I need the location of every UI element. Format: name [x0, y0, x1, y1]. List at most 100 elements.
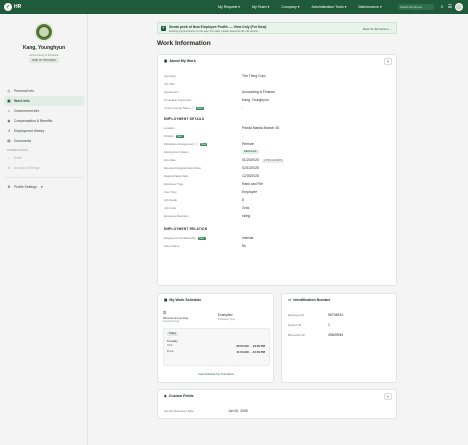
top-nav-bar: ✓ HR My Request ▾ My Team ▾ Company ▾ Ad…	[0, 0, 468, 14]
profile-sidebar: Kang, Younghyun Accounting & Finance EMP…	[0, 14, 88, 445]
field-value: Kang, Younghyun	[242, 97, 269, 102]
field-value: 8	[242, 197, 244, 202]
field-label: Employment Status	[164, 150, 189, 154]
field-label: Immediate Supervisor	[164, 98, 192, 102]
calendar-icon: ▦	[164, 298, 168, 302]
field-value: REGULAR	[242, 149, 259, 154]
profile-department: Accounting & Finance	[29, 53, 59, 57]
field-value: 45609984	[328, 332, 344, 337]
field-label: Company	[164, 74, 176, 78]
pencil-icon: ✎	[386, 395, 390, 399]
new-badge: New	[199, 142, 208, 146]
field-label: Workplace Arrangement	[164, 142, 194, 146]
shift-time: 06:00 AM → 04:00 PM	[236, 344, 265, 348]
sidebar-item-compensation[interactable]: ◉ Compensation & Benefits	[4, 116, 84, 126]
banner-title: Sneak peek of New Employee Profile — Vie…	[169, 25, 267, 29]
sidebar-item-documents[interactable]: ▤ Documents	[4, 136, 84, 146]
field-label: Regularization Date	[164, 174, 189, 178]
coins-icon: ◉	[7, 119, 11, 123]
hire-date: 01/20/2025	[242, 157, 259, 162]
sidebar-item-work-info[interactable]: ▣ Work Info	[4, 96, 84, 106]
nav-my-request[interactable]: My Request ▾	[218, 5, 240, 9]
sidebar-nav: ◎ Personal Info ▣ Work Info ⌂ Government In…	[4, 86, 84, 192]
card-header: ▦ My Work Schedule	[164, 298, 201, 302]
about-my-work-card: ▣ About My Work ✎ Company The Thing Corp …	[157, 54, 397, 286]
field-value: 02/10/2025	[242, 165, 259, 170]
nav-company[interactable]: Company ▾	[281, 5, 299, 9]
card-title: About My Work	[169, 59, 196, 63]
schedule-type-value: Exempted	[218, 313, 233, 317]
profile-name: Kang, Younghyun	[22, 45, 66, 51]
user-avatar[interactable]	[455, 3, 463, 11]
field-label: Job Code	[164, 206, 176, 210]
pencil-icon: ✎	[386, 60, 390, 64]
card-title: Identification Number	[293, 298, 331, 302]
sidebar-item-label: Work Info	[14, 99, 30, 103]
new-badge: New	[196, 106, 204, 110]
section-heading: EMPLOYMENT DETAILS	[164, 117, 205, 121]
field-value: Rank and File	[242, 181, 263, 186]
briefcase-icon: ▣	[164, 59, 168, 63]
today-schedule-panel: Today Tuesday Shift 06:00 AM → 04:00 PM …	[163, 328, 270, 366]
sparkle-icon: ✦	[161, 26, 166, 31]
field-label: Employee Remarks	[164, 214, 189, 218]
sidebar-item-government-info[interactable]: ⌂ Government Info	[4, 106, 84, 116]
view-week-schedule-link[interactable]: View Schedule For This Week ›	[158, 373, 275, 376]
field-value: -	[242, 133, 244, 138]
gear-icon: ⚙	[7, 166, 11, 170]
nav-my-team[interactable]: My Team ▾	[252, 5, 269, 9]
settings-icon: ⚙	[7, 185, 11, 189]
field-label: Expected Regularization Date	[164, 166, 202, 170]
info-icon: ⓘ	[191, 106, 195, 110]
field-label: Hire Date	[164, 158, 176, 162]
bank-icon: ⌂	[7, 109, 11, 113]
id-card-icon: ▭	[288, 298, 292, 302]
back-to-old-version-link[interactable]: Back To Old Version →	[363, 27, 392, 31]
field-value: Remote	[242, 141, 254, 146]
day-label: Tuesday	[167, 339, 178, 343]
nav-label: Maintenance	[358, 5, 380, 9]
break-label: Break	[167, 350, 174, 353]
field-value: 01/20/2025 2 YRS 4 & DAYS	[242, 157, 285, 163]
sidebar-item-profile-settings[interactable]: ⚙ Profile Settings ▾	[4, 182, 84, 192]
field-value: NL	[242, 243, 247, 248]
link-label: Back To Old Version	[363, 26, 389, 31]
card-header: ▣ About My Work	[164, 59, 196, 63]
nav-label: Administration Tools	[311, 5, 344, 9]
nav-admin-tools[interactable]: Administration Tools ▾	[312, 5, 347, 9]
profile-employee-id: EMP ID: 98734834	[29, 58, 59, 63]
field-label: Service Reference Date	[164, 409, 194, 413]
field-value: Panda Manila Branch 26	[242, 125, 280, 130]
briefcase-icon: ▣	[7, 99, 11, 103]
employee-search-input[interactable]: Search Employee	[398, 4, 434, 10]
field-value: 1	[328, 322, 330, 327]
tenure-badge: 2 YRS 4 & DAYS	[261, 158, 285, 163]
field-label-with-tag: Workplace Arrangement ⓘ New	[164, 142, 208, 146]
sidebar-item-personal-info[interactable]: ◎ Personal Info	[4, 86, 84, 96]
field-value: Internal	[242, 235, 254, 240]
field-label: Employee Type	[164, 182, 184, 186]
card-header: ◈ Custom Fields	[164, 394, 194, 398]
tag-icon: ◈	[164, 394, 167, 398]
field-label: Job Title	[164, 82, 175, 86]
nav-label: My Request	[218, 5, 238, 9]
sidebar-item-employment-history[interactable]: ↺ Employment History	[4, 126, 84, 136]
preview-banner: ✦ Sneak peek of New Employee Profile — V…	[157, 22, 397, 34]
sidebar-item-label: Government Info	[14, 109, 40, 113]
card-header: ▭ Identification Number	[288, 298, 330, 302]
menu-icon[interactable]: ☰	[446, 3, 454, 11]
hours-sublabel: Including break	[163, 320, 180, 323]
field-value: 12/30/2025	[242, 173, 259, 178]
brand-logo[interactable]: ✓ HR	[4, 3, 21, 11]
edit-button[interactable]: ✎	[384, 58, 392, 65]
search-icon[interactable]: ⌕	[438, 3, 446, 11]
nav-maintenance[interactable]: Maintenance ▾	[358, 5, 381, 9]
field-label: Department	[164, 90, 179, 94]
status-badge: REGULAR	[242, 150, 259, 154]
star-icon: ☆	[7, 156, 11, 160]
field-label-with-tag: Division New	[164, 134, 184, 138]
field-label: Division	[164, 134, 174, 138]
edit-button[interactable]: ✎	[384, 393, 392, 400]
field-label: Location	[164, 126, 175, 130]
field-value: 98734834	[328, 312, 344, 317]
